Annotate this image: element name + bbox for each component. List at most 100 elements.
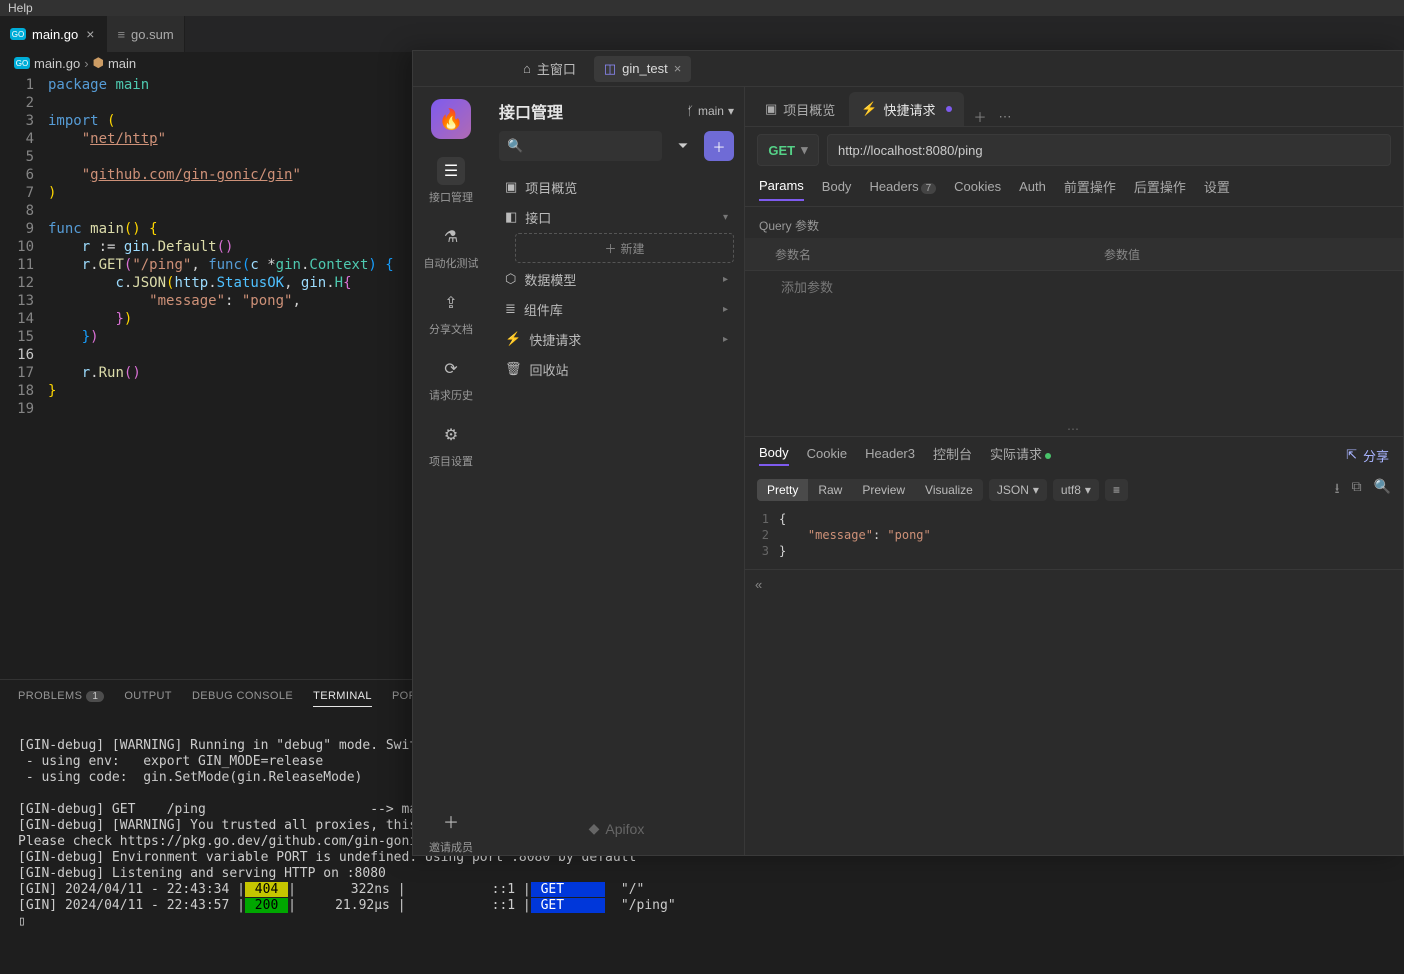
chevron-left-icon: « xyxy=(755,577,762,592)
overview-icon: ▣ xyxy=(765,101,777,117)
view-visualize[interactable]: Visualize xyxy=(915,479,983,501)
sidebar-item-label: 接口 xyxy=(525,208,551,227)
panel-tab-problems[interactable]: PROBLEMS1 xyxy=(18,686,104,706)
response-panel: Body Cookie Header3 控制台 实际请求 ⇱ 分享 xyxy=(745,436,1403,599)
view-preview[interactable]: Preview xyxy=(852,479,915,501)
rail-label: 项目设置 xyxy=(429,453,473,469)
query-section-label: Query 参数 xyxy=(745,207,1403,238)
sidebar-item-trash[interactable]: 🗑 回收站 xyxy=(499,355,734,383)
more-icon[interactable]: ⋯ xyxy=(999,109,1012,125)
menu-help[interactable]: Help xyxy=(8,1,33,15)
rail-invite[interactable]: ＋ 邀请成员 xyxy=(429,807,473,855)
sidebar-item-lib[interactable]: ≣ 组件库 ▸ xyxy=(499,295,734,323)
rail-api[interactable]: ☰ 接口管理 xyxy=(429,157,473,205)
plus-icon[interactable]: ＋ xyxy=(974,107,987,126)
nav-rail: 🔥 ☰ 接口管理 ⚗ 自动化测试 ⇪ 分享文档 ⟳ 请求历史 ⚙ 项目设置 xyxy=(413,87,489,855)
close-icon[interactable]: × xyxy=(674,61,682,76)
format-select[interactable]: JSON▾ xyxy=(989,479,1047,501)
sidebar-item-model[interactable]: ⬡ 数据模型 ▸ xyxy=(499,265,734,293)
panel-tab-output[interactable]: OUTPUT xyxy=(124,686,172,706)
tab-go-sum[interactable]: ≡ go.sum xyxy=(107,16,184,52)
branch-selector[interactable]: ᚶ main ▾ xyxy=(687,104,734,118)
main-tab-overview[interactable]: ▣ 项目概览 xyxy=(753,92,847,126)
reqtab-cookies[interactable]: Cookies xyxy=(954,179,1001,200)
main-tab-quick[interactable]: ⚡ 快捷请求 xyxy=(849,92,963,126)
share-label: 分享 xyxy=(1363,446,1389,465)
download-icon[interactable]: ⭳ xyxy=(1335,478,1340,502)
calendar-icon: ☰ xyxy=(437,157,465,185)
reqtab-headers[interactable]: Headers7 xyxy=(869,179,936,200)
view-mode-segment: Pretty Raw Preview Visualize xyxy=(757,479,983,501)
reqtab-pre[interactable]: 前置操作 xyxy=(1064,177,1116,202)
wrap-icon: ≡ xyxy=(1113,483,1120,497)
reqtab-body[interactable]: Body xyxy=(822,179,852,200)
sidebar-item-label: 组件库 xyxy=(524,300,563,319)
search-input[interactable]: 🔍 xyxy=(499,131,662,161)
reqtab-settings[interactable]: 设置 xyxy=(1204,177,1230,202)
resptab-actual[interactable]: 实际请求 xyxy=(990,444,1051,467)
breadcrumb-file[interactable]: main.go xyxy=(34,56,80,71)
sidebar-item-label: 快捷请求 xyxy=(529,330,581,349)
panel-tab-terminal[interactable]: TERMINAL xyxy=(313,686,372,707)
share-response-button[interactable]: ⇱ 分享 xyxy=(1346,446,1389,465)
resptab-body[interactable]: Body xyxy=(759,445,789,466)
sidebar-item-overview[interactable]: ▣ 项目概览 xyxy=(499,173,734,201)
reqtab-params[interactable]: Params xyxy=(759,178,804,201)
breadcrumb-symbol[interactable]: main xyxy=(108,56,136,71)
api-tool-window: ⌂ 主窗口 ◫ gin_test × 🔥 ☰ 接口管理 ⚗ 自动化测试 ⇪ 分享… xyxy=(412,50,1404,856)
sidebar-item-api[interactable]: ◧ 接口 ▾ xyxy=(499,203,734,231)
params-table: 参数名 参数值 添加参数 xyxy=(745,238,1403,302)
request-section-tabs: Params Body Headers7 Cookies Auth 前置操作 后… xyxy=(745,173,1403,207)
resptab-cookie[interactable]: Cookie xyxy=(807,446,847,465)
resptab-header[interactable]: Header3 xyxy=(865,446,915,465)
tab-label: main.go xyxy=(32,27,78,42)
bolt-icon: ⚡ xyxy=(861,101,877,117)
sidebar-item-label: 数据模型 xyxy=(524,270,576,289)
response-body[interactable]: 123 { "message": "pong"} xyxy=(745,507,1403,569)
reqtab-auth[interactable]: Auth xyxy=(1019,179,1046,200)
clock-icon: ⟳ xyxy=(437,355,465,383)
chevron-down-icon: ▾ xyxy=(801,142,808,158)
method-select[interactable]: GET ▾ xyxy=(757,134,819,166)
resize-handle[interactable]: ⋯ xyxy=(745,422,1403,436)
rail-history[interactable]: ⟳ 请求历史 xyxy=(429,355,473,403)
col-value: 参数值 xyxy=(1074,246,1403,263)
collapse-button[interactable]: « xyxy=(745,569,1403,599)
rail-label: 自动化测试 xyxy=(424,255,479,271)
close-icon[interactable]: × xyxy=(84,26,96,42)
package-icon: ⬢ xyxy=(93,55,104,71)
panel-tab-debug[interactable]: DEBUG CONSOLE xyxy=(192,686,293,706)
copy-icon[interactable]: ⧉ xyxy=(1352,478,1362,502)
plus-icon: ＋ xyxy=(712,137,725,156)
cube-icon: ⬡ xyxy=(505,271,516,287)
search-icon[interactable]: 🔍 xyxy=(1374,478,1391,502)
rail-label: 分享文档 xyxy=(429,321,473,337)
gear-icon: ⚙ xyxy=(437,421,465,449)
new-api-button[interactable]: ＋ 新建 xyxy=(515,233,734,263)
rail-test[interactable]: ⚗ 自动化测试 xyxy=(424,223,479,271)
user-plus-icon: ＋ xyxy=(437,807,465,835)
window-tab-project[interactable]: ◫ gin_test × xyxy=(594,56,691,82)
encoding-select[interactable]: utf8▾ xyxy=(1053,479,1099,501)
rail-settings[interactable]: ⚙ 项目设置 xyxy=(429,421,473,469)
url-input[interactable]: http://localhost:8080/ping xyxy=(827,134,1391,166)
bolt-icon: ⚡ xyxy=(505,331,521,347)
window-tab-home[interactable]: ⌂ 主窗口 xyxy=(513,56,586,82)
filter-button[interactable]: ⏷ xyxy=(668,131,698,161)
funnel-icon: ⏷ xyxy=(678,138,688,154)
resptab-console[interactable]: 控制台 xyxy=(933,444,972,467)
reqtab-post[interactable]: 后置操作 xyxy=(1134,177,1186,202)
tab-main-go[interactable]: GO main.go × xyxy=(0,16,107,52)
view-raw[interactable]: Raw xyxy=(808,479,852,501)
sidebar-item-quick[interactable]: ⚡ 快捷请求 ▸ xyxy=(499,325,734,353)
view-pretty[interactable]: Pretty xyxy=(757,479,808,501)
branch-name: main xyxy=(698,104,724,118)
home-icon: ⌂ xyxy=(523,61,531,76)
add-param-row[interactable]: 添加参数 xyxy=(745,270,1403,302)
params-header-row: 参数名 参数值 xyxy=(745,238,1403,270)
add-button[interactable]: ＋ xyxy=(704,131,734,161)
menubar: Help xyxy=(0,0,1404,16)
wrap-toggle[interactable]: ≡ xyxy=(1105,479,1128,501)
share-icon: ⇪ xyxy=(437,289,465,317)
rail-share[interactable]: ⇪ 分享文档 xyxy=(429,289,473,337)
